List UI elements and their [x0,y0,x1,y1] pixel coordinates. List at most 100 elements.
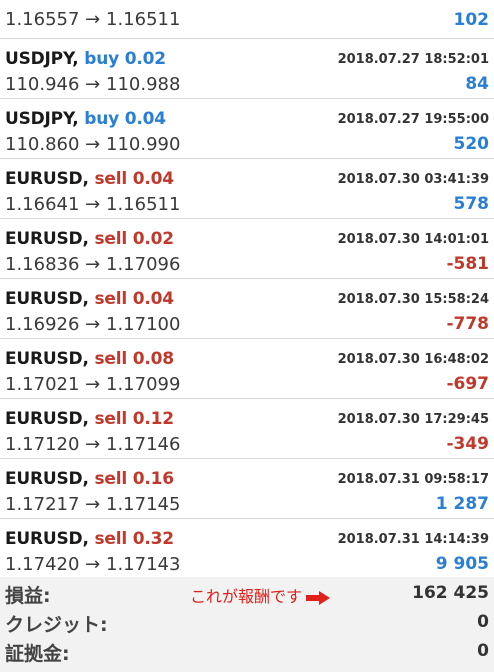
close-price: 110.990 [106,134,181,155]
open-price: 1.17120 [5,434,80,455]
symbol-text: EURUSD, [5,229,89,249]
trade-profit: 102 [453,10,490,30]
trade-profit: 84 [465,74,489,94]
open-price: 1.17420 [5,554,80,575]
open-price: 110.946 [5,74,80,95]
trade-side: sell [94,409,127,429]
symbol-text: USDJPY, [5,109,79,129]
trade-side: buy [84,49,119,69]
trade-time: 2018.07.30 17:29:45 [337,412,489,427]
trade-time: 2018.07.30 14:01:01 [337,232,489,247]
trade-side: sell [94,349,127,369]
trade-volume: 0.02 [124,49,166,69]
trade-row[interactable]: USDJPY, buy 0.02 2018.07.27 18:52:01 110.9… [0,39,494,99]
trade-time: 2018.07.31 14:14:39 [337,532,489,547]
trade-time: 2018.07.31 09:58:17 [337,472,489,487]
credit-value: 0 [477,612,489,632]
trade-side: sell [94,229,127,249]
trade-volume: 0.04 [132,169,174,189]
trade-profit: -697 [446,374,489,394]
trade-profit: -778 [446,314,489,334]
trade-row[interactable]: EURUSD, sell 0.08 2018.07.30 16:48:02 1.17… [0,339,494,399]
trade-profit: 9 905 [435,554,489,574]
trade-row[interactable]: EURUSD, sell 0.12 2018.07.30 17:29:45 1.17… [0,399,494,459]
trade-side: sell [94,469,127,489]
close-price: 1.17146 [106,434,181,455]
symbol-text: EURUSD, [5,169,89,189]
arrow-icon: → [85,494,101,515]
trade-symbol: EURUSD, sell 0.04 [5,289,174,309]
credit-label: クレジット: [5,614,108,636]
trade-row[interactable]: EURUSD, sell 0.04 2018.07.30 03:41:39 1.16… [0,159,494,219]
close-price: 1.16511 [106,194,181,215]
close-price: 110.988 [106,74,181,95]
trade-profit: 578 [453,194,490,214]
trade-profit: -349 [446,434,489,454]
arrow-icon: → [85,194,101,215]
trade-time: 2018.07.27 19:55:00 [337,112,489,127]
trade-row[interactable]: USDJPY, buy 0.04 2018.07.27 19:55:00 110.8… [0,99,494,159]
open-price: 1.16836 [5,254,80,275]
trade-symbol: USDJPY, buy 0.04 [5,109,166,129]
open-price: 1.16557 [5,9,80,30]
arrow-icon: → [85,9,101,30]
trade-profit: -581 [446,254,489,274]
close-price: 1.17096 [106,254,181,275]
trade-symbol: EURUSD, sell 0.04 [5,169,174,189]
arrow-icon: → [85,254,101,275]
profit-label: 損益: [5,585,51,607]
close-price: 1.17100 [106,314,181,335]
trade-prices: 1.17420 → 1.17143 [5,554,180,575]
close-price: 1.16511 [106,9,181,30]
right-arrow-icon [306,590,331,605]
trade-symbol: EURUSD, sell 0.02 [5,229,174,249]
trade-volume: 0.16 [132,469,174,489]
trade-row[interactable]: EURUSD, sell 0.16 2018.07.31 09:58:17 1.17… [0,459,494,519]
trade-symbol: EURUSD, sell 0.08 [5,349,174,369]
arrow-icon: → [85,74,101,95]
trade-history-list: 1.16557 → 1.16511 102 USDJPY, buy 0.02 2018… [0,0,494,579]
trade-prices: 1.16926 → 1.17100 [5,314,180,335]
symbol-text: EURUSD, [5,349,89,369]
symbol-text: EURUSD, [5,409,89,429]
trade-row[interactable]: EURUSD, sell 0.02 2018.07.30 14:01:01 1.16… [0,219,494,279]
trade-side: sell [94,289,127,309]
deposit-value: 0 [477,641,489,661]
symbol-text: EURUSD, [5,289,89,309]
arrow-icon: → [85,554,101,575]
trade-side: buy [84,109,119,129]
trade-volume: 0.08 [132,349,174,369]
trade-volume: 0.32 [132,529,174,549]
summary-credit-row: クレジット: 0 [0,606,494,636]
trade-prices: 1.16557 → 1.16511 [5,9,180,30]
annotation-text: これが報酬です [190,587,303,606]
summary-profit-row: 損益: これが報酬です 162 425 [0,577,494,607]
trade-time: 2018.07.27 18:52:01 [337,52,489,67]
trade-prices: 1.16836 → 1.17096 [5,254,180,275]
trade-symbol: EURUSD, sell 0.32 [5,529,174,549]
arrow-icon: → [85,314,101,335]
trade-time: 2018.07.30 15:58:24 [337,292,489,307]
trade-prices: 1.17021 → 1.17099 [5,374,180,395]
trade-side: sell [94,169,127,189]
trade-volume: 0.04 [132,289,174,309]
trade-profit: 1 287 [435,494,489,514]
profit-value: 162 425 [412,583,489,603]
trade-volume: 0.02 [132,229,174,249]
trade-symbol: EURUSD, sell 0.16 [5,469,174,489]
trade-side: sell [94,529,127,549]
open-price: 1.16926 [5,314,80,335]
trade-time: 2018.07.30 03:41:39 [337,172,489,187]
open-price: 110.860 [5,134,80,155]
trade-profit: 520 [453,134,490,154]
trade-row[interactable]: EURUSD, sell 0.04 2018.07.30 15:58:24 1.16… [0,279,494,339]
trade-row[interactable]: EURUSD, sell 0.32 2018.07.31 14:14:39 1.17… [0,519,494,579]
close-price: 1.17099 [106,374,181,395]
trade-prices: 110.946 → 110.988 [5,74,180,95]
symbol-text: USDJPY, [5,49,79,69]
deposit-label: 証拠金: [5,643,70,665]
trade-row[interactable]: 1.16557 → 1.16511 102 [0,0,494,39]
close-price: 1.17143 [106,554,181,575]
handwritten-annotation: これが報酬です [190,583,331,607]
trade-volume: 0.04 [124,109,166,129]
